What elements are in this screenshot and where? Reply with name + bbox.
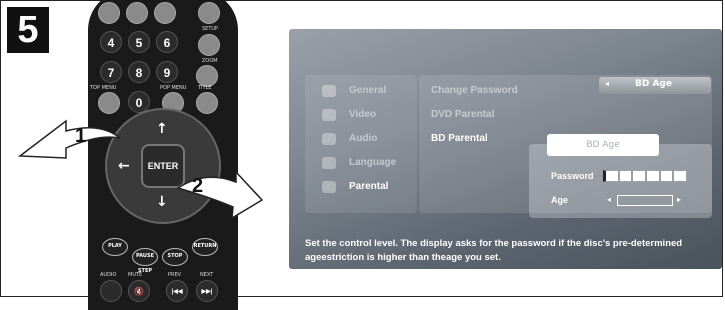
tv-screen: General Video Audio Language Parental Ch… [289, 29, 722, 269]
menu-item-general[interactable]: General [349, 85, 386, 96]
password-digit [673, 170, 688, 182]
age-value-box [617, 195, 673, 206]
audio-icon [322, 133, 336, 145]
password-label: Password [551, 171, 594, 181]
password-digit [659, 170, 674, 182]
option-change-password[interactable]: Change Password [431, 85, 518, 96]
bd-age-selector[interactable]: ◂ BD Age [599, 77, 711, 94]
parental-icon [322, 181, 336, 193]
menu-item-audio[interactable]: Audio [349, 133, 377, 144]
callout-arrow-1 [17, 119, 121, 159]
callout-1-label: 1 [75, 125, 87, 147]
password-digit [632, 170, 647, 182]
bd-age-button[interactable]: BD Age [547, 134, 659, 156]
help-description: Set the control level. The display asks … [305, 238, 683, 263]
callout-2-label: 2 [192, 175, 204, 197]
language-icon [322, 157, 336, 169]
menu-item-video[interactable]: Video [349, 109, 376, 120]
option-bd-parental[interactable]: BD Parental [431, 133, 488, 144]
age-selector[interactable]: ◂ ▸ [603, 195, 687, 207]
callout-arrow-2 [176, 170, 264, 220]
password-digit [603, 170, 619, 182]
menu-item-language[interactable]: Language [349, 157, 396, 168]
password-input[interactable] [603, 170, 688, 182]
menu-item-parental[interactable]: Parental [349, 181, 388, 192]
password-digit [646, 170, 660, 182]
age-label: Age [551, 195, 569, 205]
option-dvd-parental[interactable]: DVD Parental [431, 109, 494, 120]
age-right-arrow-icon[interactable]: ▸ [677, 195, 681, 204]
general-icon [322, 85, 336, 97]
bd-age-left-arrow-icon: ◂ [605, 79, 610, 88]
password-digit [618, 170, 633, 182]
age-left-arrow-icon[interactable]: ◂ [607, 195, 611, 204]
video-icon [322, 109, 336, 121]
bd-age-selector-label: BD Age [635, 79, 672, 89]
